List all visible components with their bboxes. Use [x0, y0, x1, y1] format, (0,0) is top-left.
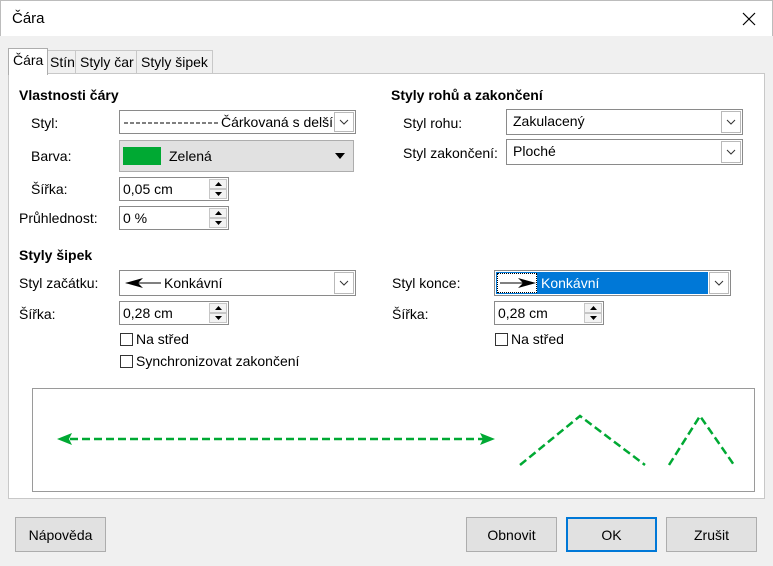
line-width-spinner[interactable]: 0,05 cm [119, 177, 229, 201]
window-title: Čára [12, 10, 45, 27]
transparency-spinner[interactable]: 0 % [119, 206, 229, 230]
cancel-label: Zrušit [694, 526, 729, 543]
end-center-label: Na střed [511, 331, 564, 347]
preview-box [497, 273, 537, 293]
increment-button[interactable] [209, 303, 227, 313]
arrow-styles-heading: Styly šipek [19, 247, 93, 263]
color-swatch [123, 147, 161, 165]
start-width-spinner[interactable]: 0,28 cm [119, 301, 229, 325]
decrement-button[interactable] [209, 189, 227, 199]
tab-shadow-label: Stín [50, 54, 75, 70]
chevron-down-icon [334, 112, 354, 132]
decrement-button[interactable] [209, 218, 227, 228]
concave-arrow-left-icon [125, 278, 161, 288]
end-width-label: Šířka: [392, 306, 429, 322]
end-width-value: 0,28 cm [498, 305, 548, 321]
reset-label: Obnovit [487, 526, 536, 543]
chevron-up-icon [214, 306, 222, 310]
chevron-down-icon [214, 316, 222, 320]
line-color-value: Zelená [169, 148, 212, 164]
line-tab-panel: Vlastnosti čáry Styl: Čárkovaná s delší … [8, 73, 765, 499]
chevron-down-icon [214, 221, 222, 225]
chevron-down-icon [709, 272, 729, 294]
corner-style-value: Zakulacený [513, 113, 585, 129]
transparency-label: Průhlednost: [19, 210, 98, 226]
dashed-line-preview-icon [124, 122, 220, 124]
line-width-label: Šířka: [31, 181, 68, 197]
end-style-value: Konkávní [541, 275, 600, 291]
end-style-select[interactable]: Konkávní [494, 270, 731, 296]
chevron-down-icon [721, 111, 741, 133]
end-style-label: Styl konce: [392, 275, 461, 291]
cap-style-value: Ploché [513, 143, 556, 159]
corner-cap-heading: Styly rohů a zakončení [391, 87, 543, 103]
start-style-label: Styl začátku: [19, 275, 99, 291]
start-center-label: Na střed [136, 331, 189, 347]
chevron-down-icon [334, 272, 354, 294]
tab-line-styles-label: Styly čar [80, 54, 134, 70]
ok-label: OK [601, 526, 622, 543]
chevron-down-icon [214, 192, 222, 196]
help-button[interactable]: Nápověda [15, 517, 106, 552]
line-color-label: Barva: [31, 148, 72, 164]
end-width-spinner[interactable]: 0,28 cm [494, 301, 604, 325]
start-center-checkbox[interactable] [120, 333, 133, 346]
chevron-up-icon [214, 182, 222, 186]
line-style-value: Čárkovaná s delší [221, 114, 334, 130]
sync-ends-label: Synchronizovat zakončení [136, 353, 300, 369]
title-bar: Čára [0, 0, 773, 36]
caret-down-icon [335, 153, 345, 159]
start-width-value: 0,28 cm [123, 305, 173, 321]
chevron-down-icon [589, 316, 597, 320]
close-button[interactable] [726, 1, 772, 37]
concave-arrow-right-icon [500, 278, 536, 288]
transparency-value: 0 % [123, 210, 148, 226]
ok-button[interactable]: OK [566, 517, 657, 552]
line-style-label: Styl: [31, 115, 59, 131]
increment-button[interactable] [209, 208, 227, 218]
start-width-label: Šířka: [19, 306, 56, 322]
start-style-select[interactable]: Konkávní [119, 270, 356, 296]
cancel-button[interactable]: Zrušit [666, 517, 757, 552]
sync-ends-checkbox[interactable] [120, 355, 133, 368]
cap-style-select[interactable]: Ploché [506, 139, 743, 165]
chevron-up-icon [589, 306, 597, 310]
tab-line[interactable]: Čára [8, 48, 49, 75]
line-style-select[interactable]: Čárkovaná s delší [119, 110, 356, 134]
line-preview-drawing [57, 413, 736, 466]
tab-arrow-styles[interactable]: Styly šipek [136, 50, 213, 74]
decrement-button[interactable] [209, 313, 227, 323]
tab-arrow-styles-label: Styly šipek [141, 54, 208, 70]
increment-button[interactable] [584, 303, 602, 313]
reset-button[interactable]: Obnovit [466, 517, 557, 552]
cap-style-label: Styl zakončení: [403, 145, 498, 161]
line-preview [32, 388, 755, 492]
line-color-dropdown[interactable]: Zelená [119, 140, 354, 172]
end-center-checkbox[interactable] [495, 333, 508, 346]
line-properties-heading: Vlastnosti čáry [19, 87, 119, 103]
help-label: Nápověda [28, 526, 93, 543]
start-style-value: Konkávní [164, 275, 223, 291]
chevron-up-icon [214, 211, 222, 215]
tab-line-styles[interactable]: Styly čar [75, 50, 139, 74]
corner-style-label: Styl rohu: [403, 115, 463, 131]
chevron-down-icon [721, 141, 741, 163]
decrement-button[interactable] [584, 313, 602, 323]
close-icon [742, 12, 756, 26]
corner-style-select[interactable]: Zakulacený [506, 109, 743, 135]
line-width-value: 0,05 cm [123, 181, 173, 197]
tab-line-label: Čára [13, 52, 44, 68]
increment-button[interactable] [209, 179, 227, 189]
